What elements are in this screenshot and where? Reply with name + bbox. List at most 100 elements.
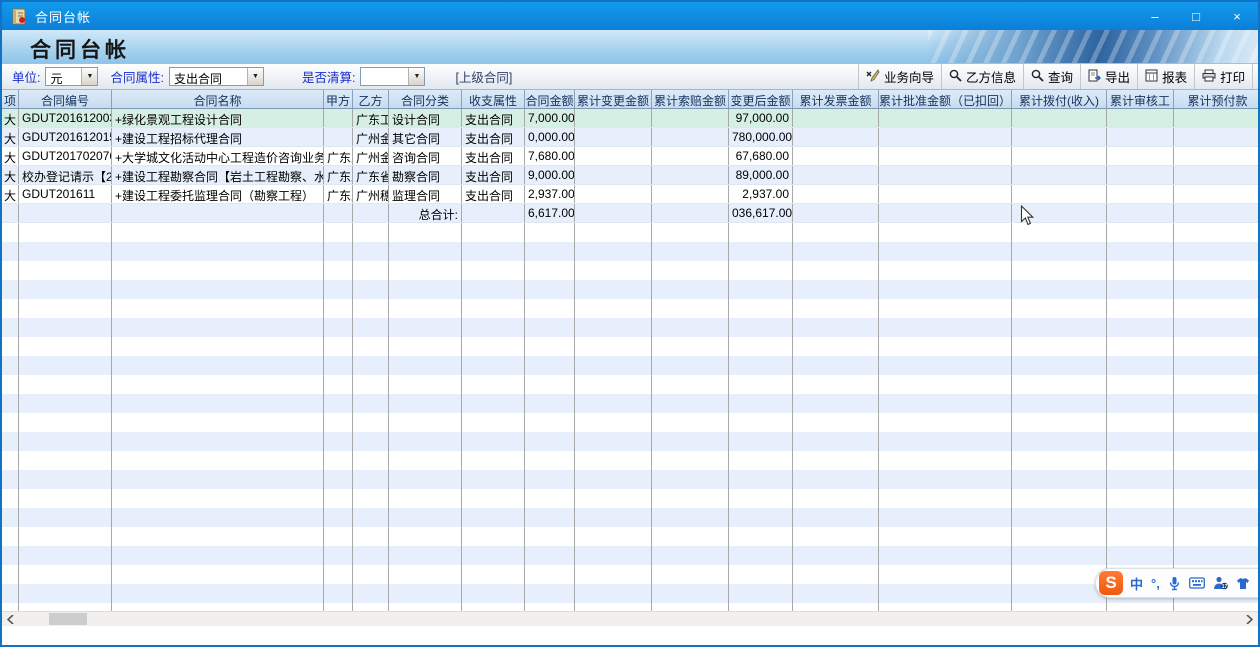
chevron-down-icon[interactable]: ▼ (247, 68, 263, 85)
toolbar-button-0[interactable]: 业务向导 (858, 64, 941, 89)
table-row[interactable]: 大校办登记请示【2+建设工程勘察合同【岩土工程勘察、水广东工广东省勘察合同支出合… (2, 166, 1258, 185)
maximize-button[interactable]: □ (1179, 4, 1213, 28)
cell (1012, 318, 1107, 337)
empty-row (2, 299, 1258, 318)
table-row[interactable]: 大GDUT201612003+绿化景观工程设计合同广东工设计合同支出合同7,00… (2, 109, 1258, 128)
table-row[interactable]: 大GDUT201612015+建设工程招标代理合同广州金其它合同支出合同0,00… (2, 128, 1258, 147)
cell (1012, 565, 1107, 584)
cell (1012, 546, 1107, 565)
close-button[interactable]: × (1220, 4, 1254, 28)
column-header-13[interactable]: 累计拨付(收入) (1012, 90, 1107, 108)
cell (879, 356, 1012, 375)
cell (389, 508, 462, 527)
punctuation-icon[interactable]: °, (1151, 576, 1160, 591)
cell: 广东工 (353, 109, 389, 127)
cell (462, 261, 525, 280)
cell (2, 565, 19, 584)
cell (575, 565, 652, 584)
toolbar-button-1[interactable]: 乙方信息 (941, 64, 1023, 89)
scrollbar-thumb[interactable] (49, 613, 87, 625)
column-header-1[interactable]: 合同编号 (19, 90, 112, 108)
cell (879, 337, 1012, 356)
empty-row (2, 584, 1258, 603)
column-header-2[interactable]: 合同名称 (112, 90, 324, 108)
cell: 大 (2, 128, 19, 146)
cell (575, 204, 652, 222)
cell (652, 546, 729, 565)
cell: 97,000.00 (729, 109, 793, 127)
parent-contract-link[interactable]: [上级合同] (455, 67, 512, 86)
column-header-3[interactable]: 甲方 (324, 90, 353, 108)
toolbar-button-6[interactable]: 向导 (1252, 64, 1258, 89)
cell (19, 432, 112, 451)
cell (112, 356, 324, 375)
cell (879, 394, 1012, 413)
cell (729, 356, 793, 375)
column-header-4[interactable]: 乙方 (353, 90, 389, 108)
microphone-icon[interactable] (1168, 576, 1181, 591)
cell: 6,617.00 (525, 204, 575, 222)
cell (462, 394, 525, 413)
horizontal-scrollbar[interactable] (2, 611, 1258, 626)
empty-row (2, 242, 1258, 261)
chevron-down-icon[interactable]: ▼ (408, 68, 424, 85)
cell (1107, 432, 1174, 451)
skin-shirt-icon[interactable] (1236, 577, 1250, 590)
cell (353, 356, 389, 375)
toolbar-button-3[interactable]: 导出 (1080, 64, 1137, 89)
cell (793, 128, 879, 146)
cell: 大 (2, 185, 19, 203)
toolbar-button-2[interactable]: 查询 (1023, 64, 1080, 89)
column-header-9[interactable]: 累计索赔金额 (652, 90, 729, 108)
cell: 2,937.00 (525, 185, 575, 203)
cell: GDUT201612003 (19, 109, 112, 127)
column-header-15[interactable]: 累计预付款 (1174, 90, 1258, 108)
toolbar-button-4[interactable]: 报表 (1137, 64, 1194, 89)
cell (462, 489, 525, 508)
filter-toolbar: 单位: 元 ▼ 合同属性: 支出合同 ▼ 是否清算: ▼ [上级合同] 业务向导… (2, 64, 1258, 90)
cell (112, 204, 324, 222)
column-header-7[interactable]: 合同金额 (525, 90, 575, 108)
unit-select[interactable]: 元 ▼ (45, 67, 98, 86)
toolbar-button-5[interactable]: 打印 (1194, 64, 1252, 89)
chevron-down-icon[interactable]: ▼ (81, 68, 97, 85)
column-header-0[interactable]: 项 (2, 90, 19, 108)
person-badge-icon[interactable]: 17 (1213, 576, 1228, 590)
total-row[interactable]: 总合计:6,617.00036,617.00 (2, 204, 1258, 223)
page-title: 合同台帐 (30, 34, 130, 64)
contract-attr-select[interactable]: 支出合同 ▼ (169, 67, 264, 86)
column-header-5[interactable]: 合同分类 (389, 90, 462, 108)
settled-select[interactable]: ▼ (360, 67, 425, 86)
cell: 广州金 (353, 147, 389, 165)
table-row[interactable]: 大GDUT201702076+大学城文化活动中心工程造价咨询业务广东工广州金咨询… (2, 147, 1258, 166)
cell (793, 356, 879, 375)
keyboard-icon[interactable] (1189, 577, 1205, 589)
cell (19, 261, 112, 280)
chinese-mode-icon[interactable]: 中 (1130, 574, 1143, 593)
sogou-logo-icon[interactable]: S (1099, 571, 1123, 595)
empty-row (2, 451, 1258, 470)
cell (575, 356, 652, 375)
cell (879, 565, 1012, 584)
column-header-14[interactable]: 累计审核工 (1107, 90, 1174, 108)
column-header-10[interactable]: 变更后金额 (729, 90, 793, 108)
cell (324, 109, 353, 127)
empty-row (2, 527, 1258, 546)
table-row[interactable]: 大GDUT201611+建设工程委托监理合同（勘察工程）广东工广州穗监理合同支出… (2, 185, 1258, 204)
cell (879, 223, 1012, 242)
cell (525, 489, 575, 508)
cell (112, 337, 324, 356)
contract-attr-label: 合同属性: (110, 67, 163, 86)
minimize-button[interactable]: – (1138, 4, 1172, 28)
scroll-right-arrow[interactable] (1241, 612, 1258, 626)
column-header-6[interactable]: 收支属性 (462, 90, 525, 108)
cell (575, 280, 652, 299)
cell (729, 280, 793, 299)
cell: 大 (2, 109, 19, 127)
ime-toolbar[interactable]: S 中 °, 17 (1095, 568, 1260, 598)
column-header-11[interactable]: 累计发票金额 (793, 90, 879, 108)
scroll-left-arrow[interactable] (2, 612, 19, 626)
cell (389, 432, 462, 451)
column-header-12[interactable]: 累计批准金额（已扣回） (879, 90, 1012, 108)
column-header-8[interactable]: 累计变更金额 (575, 90, 652, 108)
